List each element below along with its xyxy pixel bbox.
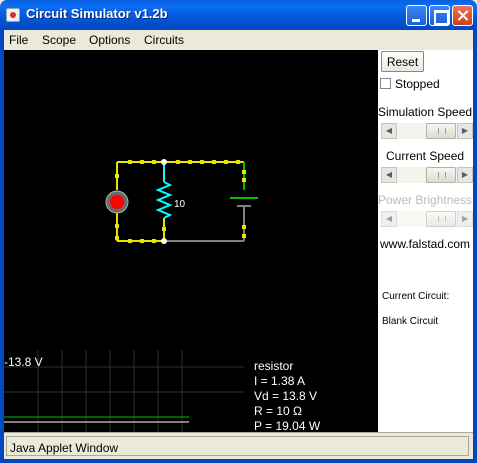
simulation-speed-label: Simulation Speed: [378, 105, 473, 119]
junction-node-bottom[interactable]: [161, 238, 167, 244]
menu-scope[interactable]: Scope: [42, 33, 76, 47]
power-brightness-label: Power Brightness: [378, 193, 473, 207]
status-panel: Java Applet Window: [6, 436, 469, 456]
scroll-right-arrow-icon: ▶: [457, 211, 473, 227]
power-brightness-thumb: [426, 211, 456, 227]
close-button[interactable]: [452, 5, 473, 26]
scroll-left-arrow-icon[interactable]: ◀: [381, 123, 397, 139]
resistor[interactable]: [155, 181, 173, 219]
scope-voltage-label: -13.8 V: [4, 355, 43, 369]
info-current: I = 1.38 A: [254, 374, 306, 388]
scroll-left-arrow-icon: ◀: [381, 211, 397, 227]
window-frame-right: [473, 30, 477, 463]
simulation-speed-slider[interactable]: ◀ ▶: [381, 123, 473, 139]
stopped-label: Stopped: [395, 77, 440, 91]
info-power: P = 19.04 W: [254, 419, 321, 433]
reset-button[interactable]: Reset: [381, 51, 424, 72]
minimize-button[interactable]: [406, 5, 427, 26]
scroll-right-arrow-icon[interactable]: ▶: [457, 167, 473, 183]
menu-circuits[interactable]: Circuits: [144, 33, 184, 47]
info-voltage: Vd = 13.8 V: [254, 389, 318, 403]
maximize-button[interactable]: [429, 5, 450, 26]
current-circuit-name: Blank Circuit: [382, 316, 439, 327]
lamp-bulb: [110, 195, 124, 209]
menu-options[interactable]: Options: [89, 33, 130, 47]
resistor-value-label: 10: [174, 199, 186, 210]
simulation-speed-thumb[interactable]: [426, 123, 456, 139]
power-brightness-slider: ◀ ▶: [381, 211, 473, 227]
current-speed-slider[interactable]: ◀ ▶: [381, 167, 473, 183]
java-app-icon: [6, 8, 20, 22]
scroll-left-arrow-icon[interactable]: ◀: [381, 167, 397, 183]
menu-file[interactable]: File: [9, 33, 28, 47]
current-speed-label: Current Speed: [386, 149, 465, 163]
status-text: Java Applet Window: [10, 441, 119, 455]
info-resistance: R = 10 Ω: [254, 404, 302, 418]
stopped-checkbox[interactable]: [380, 78, 391, 89]
scroll-right-arrow-icon[interactable]: ▶: [457, 123, 473, 139]
status-bar: Java Applet Window: [4, 432, 473, 459]
circuit-canvas[interactable]: 10 -13.8 V resistor I = 1.38 A Vd = 13.8…: [4, 50, 378, 433]
window-frame-bottom: [0, 459, 477, 463]
control-panel: Reset Stopped Simulation Speed ◀ ▶ Curre…: [378, 50, 473, 432]
junction-node-top[interactable]: [161, 159, 167, 165]
current-circuit-label: Current Circuit:: [382, 291, 450, 302]
current-speed-thumb[interactable]: [426, 167, 456, 183]
menu-bar: File Scope Options Circuits: [4, 30, 473, 50]
window-title: Circuit Simulator v1.2b: [26, 6, 168, 21]
circuit-diagram[interactable]: 10: [4, 50, 378, 432]
title-bar: Circuit Simulator v1.2b: [0, 0, 477, 30]
info-element-name: resistor: [254, 359, 294, 373]
website-label: www.falstad.com: [380, 237, 471, 251]
